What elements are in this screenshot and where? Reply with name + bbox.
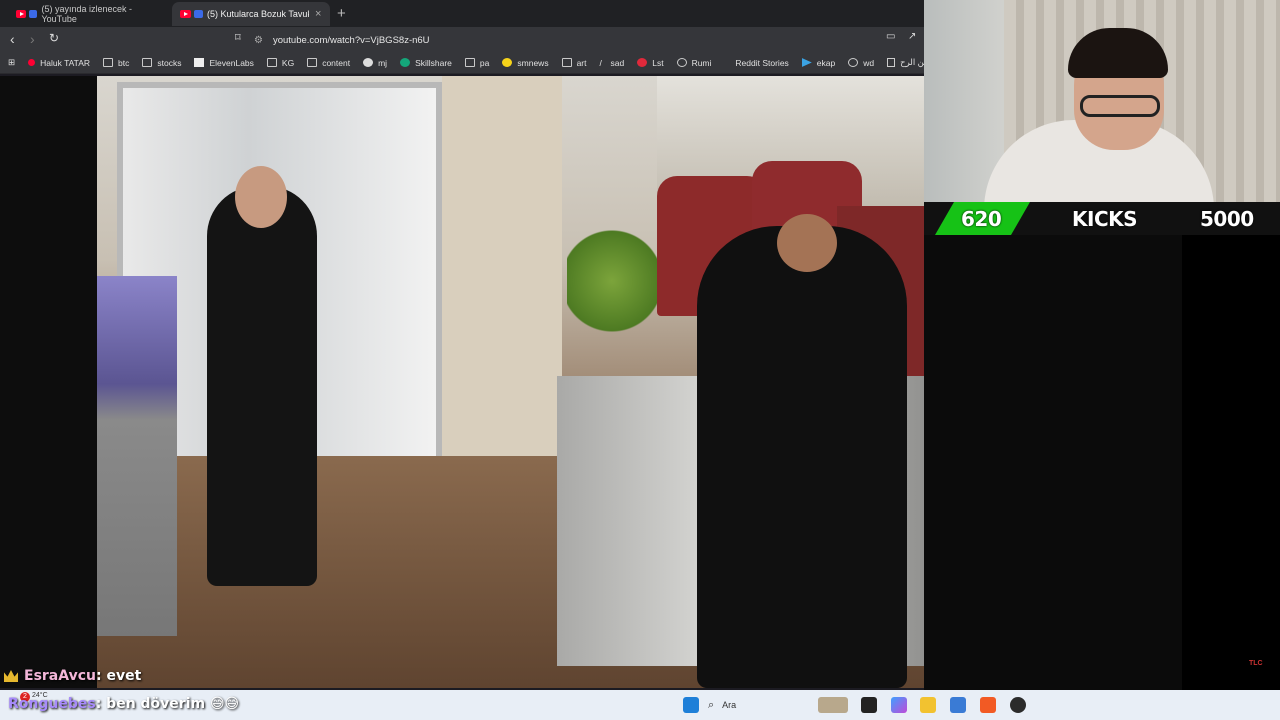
bookmark-item[interactable]: Skillshare (400, 58, 452, 68)
search-icon: ⌕ (708, 698, 715, 711)
s-icon (637, 58, 648, 67)
youtube-icon (180, 10, 191, 18)
page-background-left (0, 76, 97, 688)
bookmark-item[interactable]: KG (266, 58, 294, 68)
video-scene-person (207, 166, 317, 586)
video-scene-aquarium (97, 276, 177, 636)
group-icon (194, 10, 203, 18)
bookmark-item[interactable]: Haluk TATAR (28, 58, 90, 68)
bird-icon (801, 58, 812, 67)
bookmark-item[interactable]: ElevenLabs (194, 58, 254, 68)
video-scene-person (697, 214, 907, 688)
glasses-icon (1080, 95, 1160, 117)
bookmark-item[interactable]: art (561, 58, 587, 68)
right-black-panel (1182, 235, 1280, 690)
bookmark-item[interactable]: Lst (637, 58, 664, 68)
smiley-icon (502, 58, 513, 67)
chat-message: Ronguebes : ben döverim 😅😅 (8, 696, 239, 712)
d-icon (724, 58, 730, 67)
stat-goal-value: 5000 (1200, 207, 1254, 231)
site-info-icon[interactable]: ⚙ (254, 35, 263, 46)
bookmark-item[interactable]: wd (848, 58, 874, 68)
task-view-icon[interactable] (861, 697, 877, 713)
taskbar-widget-icon[interactable] (818, 697, 848, 713)
folder-icon (307, 58, 318, 67)
copilot-icon[interactable] (891, 697, 907, 713)
folder-icon (266, 58, 277, 67)
file-explorer-icon[interactable] (920, 697, 936, 713)
stat-current-value: 620 (961, 207, 1002, 231)
crown-icon (4, 670, 18, 682)
globe-icon (848, 58, 859, 67)
video-player[interactable] (97, 76, 924, 688)
snipping-tool-icon[interactable] (950, 697, 966, 713)
folder-icon (464, 58, 475, 67)
tab-strip: (5) yayında izlenecek - YouTube (5) Kutu… (0, 0, 924, 27)
youtube-icon (16, 10, 27, 18)
chat-username: Ronguebes (8, 696, 96, 712)
bookmark-item[interactable]: Reddit Stories (724, 58, 788, 68)
tab-label: (5) Kutularca Bozuk Tavuk Çi (207, 9, 309, 19)
bookmark-item[interactable]: الرحمن الرح... (887, 57, 924, 68)
new-tab-button[interactable]: + (337, 5, 346, 22)
elevenlabs-icon (194, 58, 205, 67)
folder-icon (103, 58, 114, 67)
bookmarks-bar: ⊞ Haluk TATAR btc stocks ElevenLabs KG c… (0, 52, 924, 74)
forward-icon[interactable]: › (30, 31, 35, 47)
bookmark-item[interactable]: btc (103, 58, 129, 68)
stat-label: KICKS (1072, 207, 1138, 231)
url-text: youtube.com/watch?v=VjBGS8z-n6U (272, 34, 430, 46)
search-placeholder: Ara (722, 700, 737, 710)
windows-start-icon[interactable] (683, 697, 699, 713)
person-head (777, 214, 837, 272)
chat-text: : evet (95, 668, 142, 684)
bookmark-item[interactable]: / sad (599, 58, 625, 69)
video-scene-wall (442, 76, 562, 456)
folder-icon (561, 58, 572, 67)
tab-label: (5) yayında izlenecek - YouTube (41, 4, 133, 24)
tab-youtube-list[interactable]: (5) yayında izlenecek - YouTube (8, 2, 168, 26)
bookmark-item[interactable]: Rumi (676, 58, 711, 68)
slash-icon: / (599, 58, 602, 68)
webcam-feed (924, 0, 1280, 202)
bookmark-item[interactable]: stocks (142, 58, 181, 68)
chat-message: EsraAvcu : evet (4, 668, 141, 684)
bookmark-item[interactable]: content (307, 58, 350, 68)
video-scene-plant (567, 226, 657, 336)
chat-text: : ben döverim 😅😅 (95, 696, 240, 712)
close-icon[interactable]: × (315, 8, 321, 20)
reload-icon[interactable]: ↻ (49, 31, 59, 45)
globe-icon (676, 58, 687, 67)
skillshare-icon (400, 58, 411, 67)
share-icon[interactable]: ↗ (908, 31, 916, 42)
book-icon (887, 58, 896, 67)
address-bar[interactable]: ⚙ youtube.com/watch?v=VjBGS8z-n6U (254, 30, 924, 50)
back-icon[interactable]: ‹ (10, 31, 15, 47)
github-icon (363, 58, 374, 67)
cast-icon[interactable]: ▭ (886, 31, 895, 42)
chat-username: EsraAvcu (24, 668, 96, 684)
tlc-logo: TLC (1249, 660, 1263, 667)
bookmark-item[interactable]: smnews (502, 58, 549, 68)
bookmark-item[interactable]: ekap (801, 58, 835, 68)
group-icon (29, 10, 38, 18)
youtube-icon (28, 59, 36, 66)
apps-icon[interactable]: ⊞ (8, 57, 15, 68)
brave-browser-icon[interactable] (980, 697, 996, 713)
toolbar: ‹ › ↻ ⌑ ⚙ youtube.com/watch?v=VjBGS8z-n6… (0, 27, 924, 52)
folder-icon (142, 58, 153, 67)
bookmark-item[interactable]: pa (464, 58, 489, 68)
person-head (235, 166, 287, 228)
browser-window: (5) yayında izlenecek - YouTube (5) Kutu… (0, 0, 924, 690)
bookmark-icon[interactable]: ⌑ (235, 31, 241, 44)
bookmark-item[interactable]: mj (363, 58, 387, 68)
tab-video[interactable]: (5) Kutularca Bozuk Tavuk Çi × (172, 2, 330, 26)
obs-icon[interactable] (1010, 697, 1026, 713)
